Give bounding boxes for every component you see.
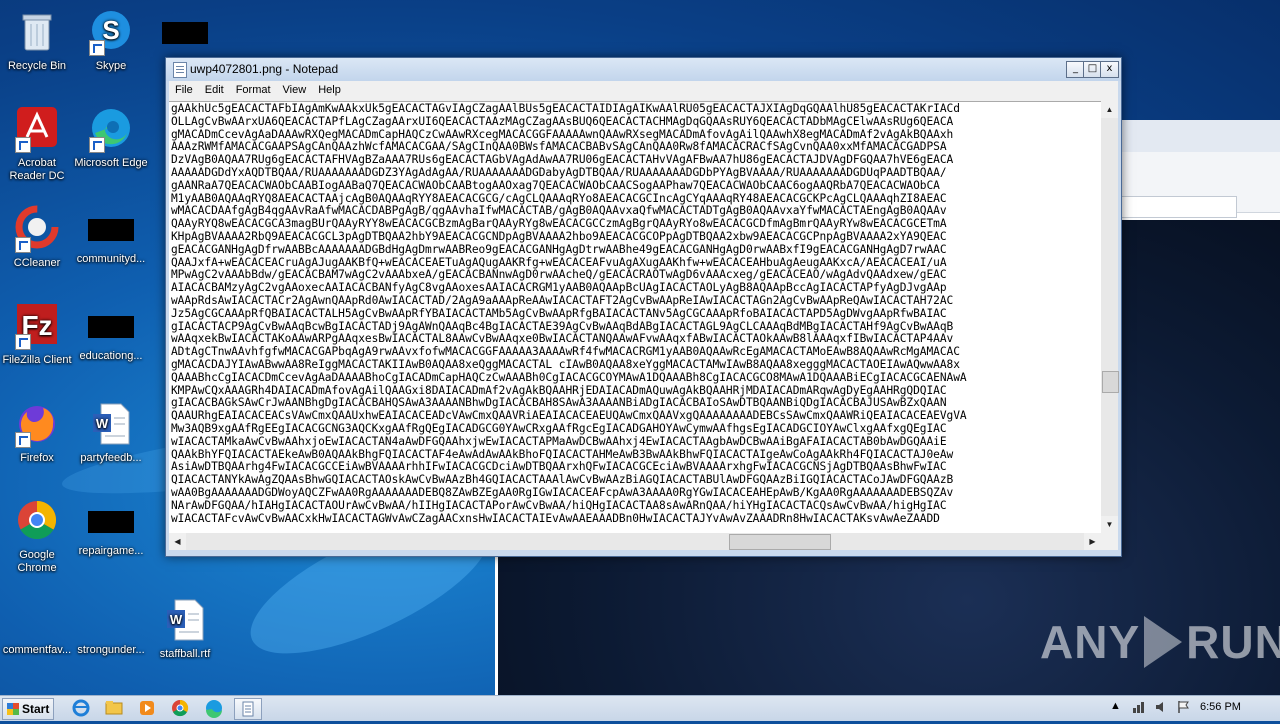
icon-label: commentfav... (2, 644, 72, 656)
desktop-icon-recycle-bin[interactable]: Recycle Bin (0, 8, 74, 73)
notepad-icon[interactable] (234, 698, 262, 720)
close-button[interactable]: x (1100, 61, 1119, 78)
scroll-down-icon[interactable]: ▼ (1101, 516, 1118, 533)
notepad-window[interactable]: uwp4072801.png - Notepad _ □ x File Edit F… (165, 57, 1122, 557)
show-hidden-icons[interactable]: ▲ (1110, 700, 1121, 712)
redacted-icon (88, 219, 134, 241)
icon-label: partyfeedb... (80, 452, 142, 464)
shortcut-arrow-icon (15, 432, 31, 448)
acrobat-icon (13, 105, 61, 153)
desktop-icon-partyfeedb[interactable]: W partyfeedb... (74, 400, 148, 465)
redacted-icon (88, 511, 134, 533)
firefox-icon (13, 400, 61, 448)
desktop-icon-edge[interactable]: Microsoft Edge (74, 105, 148, 170)
shortcut-arrow-icon (89, 40, 105, 56)
desktop-icon-filezilla[interactable]: Fz FileZilla Client (0, 302, 74, 367)
skype-icon: S (87, 8, 135, 56)
menu-help[interactable]: Help (312, 81, 347, 96)
menu-file[interactable]: File (169, 81, 199, 96)
blank-file-icon (87, 600, 135, 640)
clock[interactable]: 6:56 PM (1200, 701, 1241, 713)
icon-label: Recycle Bin (7, 60, 67, 72)
flag-icon[interactable] (1176, 700, 1190, 717)
desktop-icon-su[interactable] (148, 8, 222, 56)
menu-view[interactable]: View (277, 81, 313, 96)
size-grip (1101, 533, 1118, 550)
taskbar: Start ▲ 6:56 PM (0, 695, 1280, 721)
icon-label: Acrobat Reader DC (9, 157, 65, 182)
file-explorer-icon[interactable] (101, 698, 127, 718)
horizontal-scroll-thumb[interactable] (729, 534, 831, 550)
volume-icon[interactable] (1154, 700, 1168, 717)
menu-bar: File Edit Format View Help (169, 81, 1118, 101)
notepad-titlebar[interactable]: uwp4072801.png - Notepad _ □ x (166, 58, 1121, 81)
scroll-left-icon[interactable]: ◀ (169, 533, 186, 550)
start-button[interactable]: Start (2, 698, 54, 720)
desktop-icon-skype[interactable]: S Skype (74, 8, 148, 73)
horizontal-scrollbar[interactable]: ◀ ▶ (169, 533, 1101, 550)
start-label: Start (22, 702, 50, 716)
icon-label: Firefox (20, 452, 54, 464)
desktop-icon-staffball[interactable]: W staffball.rtf (148, 596, 222, 661)
ccleaner-icon (13, 205, 61, 253)
desktop: Recycle Bin S Skype Acrobat Reader DC Mi… (0, 0, 1280, 695)
chrome-icon (13, 497, 61, 545)
anyrun-watermark: ANY RUN (1040, 612, 1280, 672)
desktop-icon-strongunder[interactable]: strongunder... (74, 600, 148, 657)
icon-label: CCleaner (13, 257, 61, 269)
icon-label: communityd... (76, 253, 146, 265)
blank-file-icon (13, 600, 61, 640)
vertical-scroll-thumb[interactable] (1102, 371, 1119, 393)
shortcut-arrow-icon (15, 237, 31, 253)
scroll-up-icon[interactable]: ▲ (1101, 101, 1118, 118)
notepad-app-icon (173, 62, 187, 78)
chrome-icon[interactable] (167, 698, 193, 718)
windows-logo-icon (7, 703, 19, 715)
word-doc-icon: W (87, 400, 135, 448)
redacted-icon (162, 22, 208, 44)
icon-label: educationg... (79, 350, 143, 362)
icon-label: strongunder... (77, 644, 145, 656)
play-icon (1144, 616, 1183, 668)
network-icon[interactable] (1132, 700, 1146, 717)
icon-label: repairgame... (78, 545, 144, 557)
filezilla-icon: Fz (13, 302, 61, 350)
watermark-right: RUN (1186, 616, 1280, 668)
icon-label: Microsoft Edge (74, 157, 148, 169)
desktop-icon-educationg[interactable]: educationg... (74, 302, 148, 363)
icon-label: Google Chrome (17, 549, 57, 574)
desktop-icon-commentfav[interactable]: commentfav... (0, 600, 74, 657)
word-doc-icon: W (161, 596, 209, 644)
watermark-left: ANY (1040, 616, 1141, 668)
icon-label: FileZilla Client (2, 354, 72, 366)
file-content: gAAkhUc5gEACACTAFbIAgAmKwAAkxUk5gEACACTA… (171, 102, 967, 525)
text-editor-area[interactable]: gAAkhUc5gEACACTAFbIAgAmKwAAkxUk5gEACACTA… (169, 101, 1101, 534)
internet-explorer-icon[interactable] (68, 698, 94, 718)
menu-format[interactable]: Format (230, 81, 277, 96)
desktop-icon-repairgame[interactable]: repairgame... (74, 497, 148, 558)
shortcut-arrow-icon (89, 137, 105, 153)
desktop-icon-communityd[interactable]: communityd... (74, 205, 148, 266)
media-player-icon[interactable] (134, 698, 160, 718)
icon-label: Skype (95, 60, 127, 72)
redacted-icon (88, 316, 134, 338)
edge-icon (87, 105, 135, 153)
vertical-scrollbar[interactable]: ▲ ▼ (1101, 101, 1119, 533)
shortcut-arrow-icon (15, 137, 31, 153)
icon-label: staffball.rtf (159, 648, 211, 660)
scroll-right-icon[interactable]: ▶ (1084, 533, 1101, 550)
desktop-icon-acrobat[interactable]: Acrobat Reader DC (0, 105, 74, 183)
menu-edit[interactable]: Edit (199, 81, 230, 96)
recycle-bin-icon (13, 8, 61, 56)
edge-icon[interactable] (201, 698, 227, 718)
svg-text:W: W (170, 612, 183, 627)
shortcut-arrow-icon (15, 334, 31, 350)
desktop-icon-chrome[interactable]: Google Chrome (0, 497, 74, 575)
window-title: uwp4072801.png - Notepad (190, 62, 339, 76)
svg-text:W: W (96, 416, 109, 431)
desktop-icon-ccleaner[interactable]: CCleaner (0, 205, 74, 270)
desktop-icon-firefox[interactable]: Firefox (0, 400, 74, 465)
